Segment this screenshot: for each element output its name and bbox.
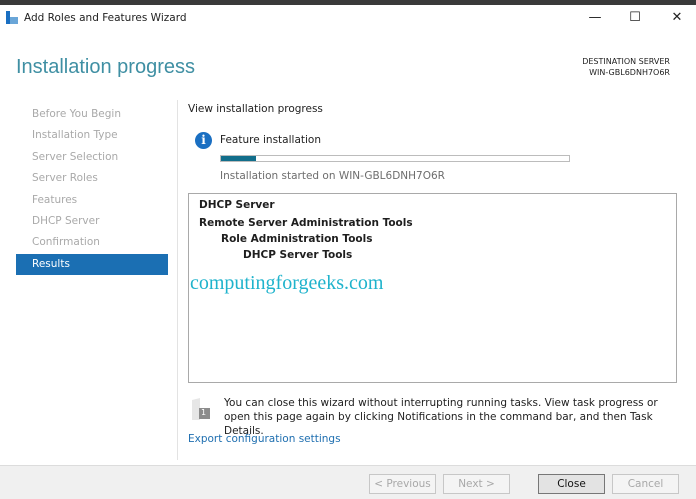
nav-server-roles[interactable]: Server Roles: [16, 168, 168, 189]
result-item: Role Administration Tools: [221, 233, 373, 245]
notification-flag-icon: 1: [192, 398, 212, 420]
wizard-app-icon: [6, 11, 18, 24]
close-window-button[interactable]: ✕: [662, 8, 692, 28]
status-text: Feature installation: [220, 134, 321, 146]
cancel-button[interactable]: Cancel: [612, 474, 679, 494]
nav-results[interactable]: Results: [16, 253, 168, 276]
nav-features[interactable]: Features: [16, 190, 168, 211]
progress-fill: [221, 156, 256, 161]
started-text: Installation started on WIN-GBL6DNH7O6R: [220, 170, 445, 182]
info-icon: i: [195, 132, 212, 149]
section-label: View installation progress: [188, 103, 323, 115]
result-item: Remote Server Administration Tools: [199, 217, 413, 229]
close-button[interactable]: Close: [538, 474, 605, 494]
next-button[interactable]: Next >: [443, 474, 510, 494]
nav-before-you-begin[interactable]: Before You Begin: [16, 104, 168, 125]
nav-server-selection[interactable]: Server Selection: [16, 147, 168, 168]
wizard-steps-nav: Before You Begin Installation Type Serve…: [16, 104, 168, 276]
window-title: Add Roles and Features Wizard: [24, 12, 187, 24]
page-title: Installation progress: [16, 56, 195, 78]
result-item: DHCP Server Tools: [243, 249, 353, 261]
destination-server-name: WIN-GBL6DNH7O6R: [589, 68, 670, 77]
destination-label: DESTINATION SERVER: [582, 57, 670, 66]
notification-badge: 1: [201, 408, 207, 417]
export-config-link[interactable]: Export configuration settings: [188, 433, 341, 445]
minimize-button[interactable]: —: [580, 8, 610, 28]
info-note: You can close this wizard without interr…: [224, 397, 658, 437]
destination-server: DESTINATION SERVER WIN-GBL6DNH7O6R: [582, 56, 670, 78]
watermark-text: computingforgeeks.com: [190, 272, 384, 294]
maximize-button[interactable]: ☐: [620, 8, 650, 28]
divider: [177, 100, 178, 460]
nav-installation-type[interactable]: Installation Type: [16, 125, 168, 146]
previous-button[interactable]: < Previous: [369, 474, 436, 494]
nav-confirmation[interactable]: Confirmation: [16, 232, 168, 253]
progress-bar: [220, 155, 570, 162]
nav-dhcp-server[interactable]: DHCP Server: [16, 211, 168, 232]
result-item: DHCP Server: [199, 199, 275, 211]
